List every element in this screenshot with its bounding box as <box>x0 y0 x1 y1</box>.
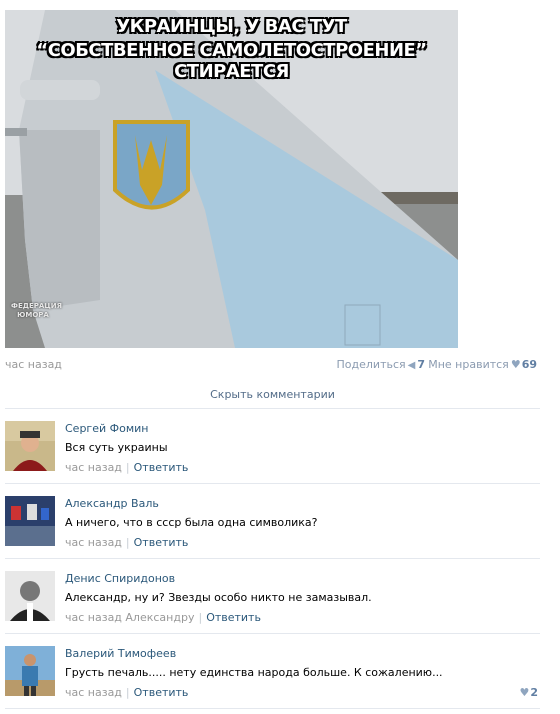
avatar[interactable] <box>5 646 55 696</box>
comment-meta: час назад Александру | Ответить <box>65 611 261 624</box>
separator: | <box>198 611 203 624</box>
comment-time[interactable]: час назад <box>65 536 122 549</box>
avatar-image <box>5 496 55 546</box>
post-meta-row: час назад Поделиться ◀ 7 Мне нравится ♥69 <box>5 356 537 372</box>
megaphone-icon: ◀ <box>407 360 416 371</box>
reply-link[interactable]: Ответить <box>134 686 189 699</box>
reply-link[interactable]: Ответить <box>206 611 261 624</box>
comment-text: Грусть печаль..... нету единства народа … <box>65 666 443 679</box>
heart-icon: ♥ <box>510 358 521 371</box>
separator: | <box>125 686 130 699</box>
reply-link[interactable]: Ответить <box>134 461 189 474</box>
heart-icon: ♥ <box>519 686 530 699</box>
avatar-image <box>5 646 55 696</box>
comment-text: А ничего, что в ссср была одна символика… <box>65 516 318 529</box>
reply-link[interactable]: Ответить <box>134 536 189 549</box>
separator: | <box>125 536 130 549</box>
comment-like-count: 2 <box>530 686 538 699</box>
avatar[interactable] <box>5 571 55 621</box>
share-label: Поделиться <box>336 358 406 371</box>
comment-meta: час назад | Ответить <box>65 536 188 549</box>
comment-author[interactable]: Денис Спиридонов <box>65 572 175 585</box>
share-count: 7 <box>417 358 425 371</box>
hide-comments-link[interactable]: Скрыть комментарии <box>5 382 540 409</box>
comment-item: Сергей Фомин Вся суть украины час назад |… <box>5 409 540 484</box>
comment-item: Денис Спиридонов Александр, ну и? Звезды… <box>5 559 540 634</box>
image-caption-line2: “СОБСТВЕННОЕ САМОЛЕТОСТРОЕНИЕ” СТИРАЕТСЯ <box>36 40 427 82</box>
avatar-image <box>5 421 55 471</box>
image-caption-line1: УКРАИНЦЫ, У ВАС ТУТ <box>116 16 347 37</box>
comment-item: Валерий Тимофеев Грусть печаль..... нету… <box>5 634 540 709</box>
comment-time[interactable]: час назад Александру <box>65 611 194 624</box>
comment-author[interactable]: Валерий Тимофеев <box>65 647 176 660</box>
comment-item: Александр Валь А ничего, что в ссср была… <box>5 484 540 559</box>
comment-author[interactable]: Сергей Фомин <box>65 422 148 435</box>
like-label: Мне нравится <box>428 358 509 371</box>
avatar[interactable] <box>5 421 55 471</box>
separator: | <box>125 461 130 474</box>
comment-time[interactable]: час назад <box>65 461 122 474</box>
comment-author[interactable]: Александр Валь <box>65 497 159 510</box>
comment-text: Александр, ну и? Звезды особо никто не з… <box>65 591 372 604</box>
post-time[interactable]: час назад <box>5 358 62 371</box>
avatar-image <box>5 571 55 621</box>
comment-meta: час назад | Ответить <box>65 461 188 474</box>
comment-meta: час назад | Ответить <box>65 686 188 699</box>
comment-text: Вся суть украины <box>65 441 168 454</box>
post-image[interactable]: УКРАИНЦЫ, У ВАС ТУТ “СОБСТВЕННОЕ САМОЛЕТ… <box>5 10 458 348</box>
comment-time[interactable]: час назад <box>65 686 122 699</box>
comment-like-button[interactable]: ♥2 <box>517 686 538 699</box>
share-button[interactable]: Поделиться ◀ 7 <box>337 358 425 371</box>
avatar[interactable] <box>5 496 55 546</box>
like-button[interactable]: Мне нравится ♥69 <box>428 358 537 371</box>
like-count: 69 <box>521 358 537 371</box>
watermark-logo: ФЕДЕРАЦИЯ ЮМОРА <box>11 302 63 319</box>
